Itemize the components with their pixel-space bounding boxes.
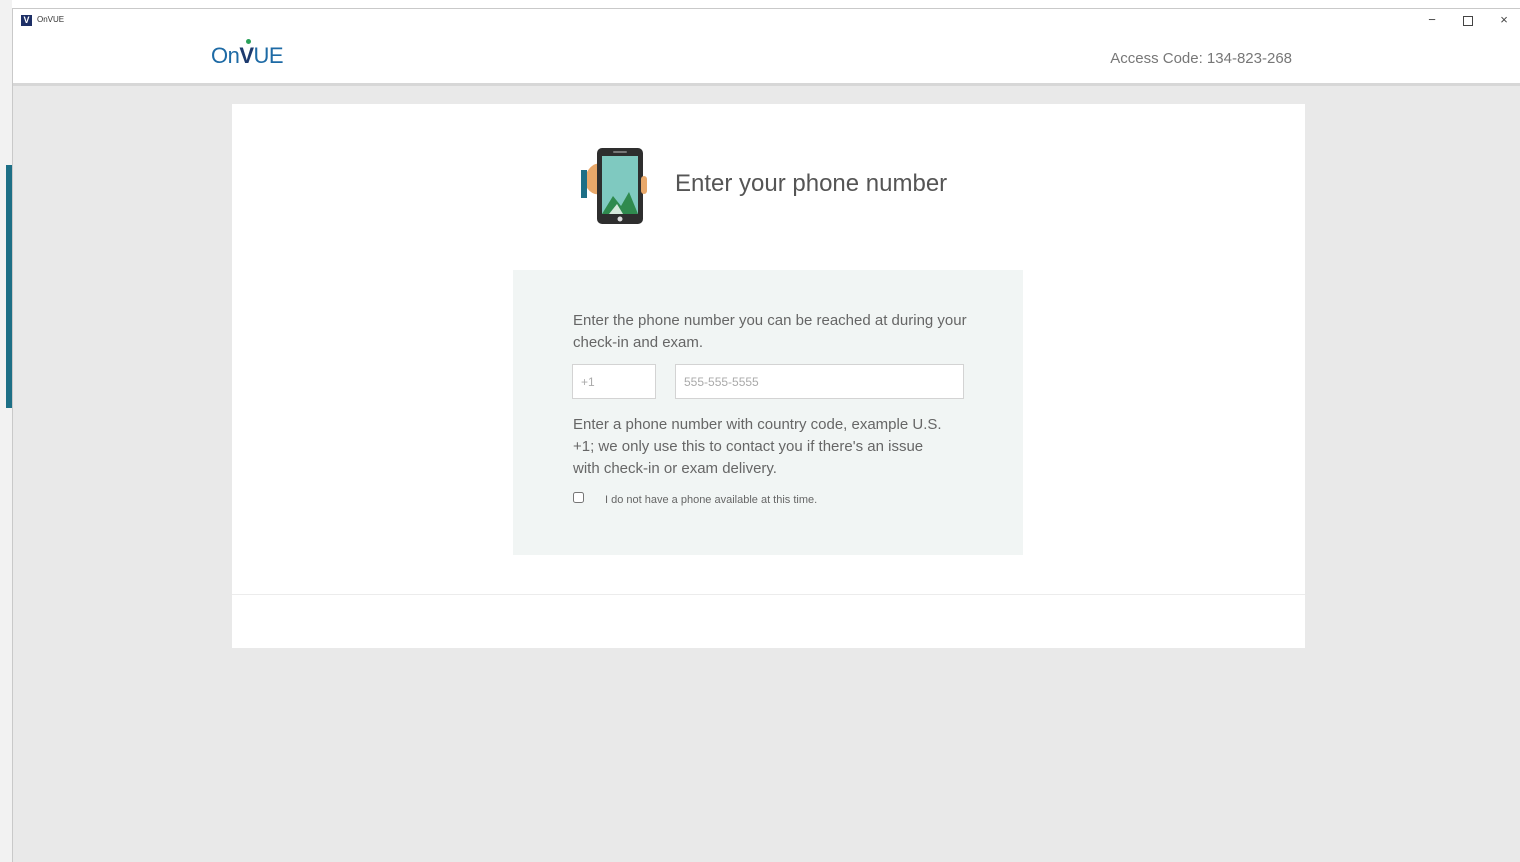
maximize-button[interactable]: [1453, 11, 1483, 29]
title-bar: V OnVUE − ×: [13, 9, 1520, 31]
no-phone-label[interactable]: I do not have a phone available at this …: [605, 494, 817, 506]
main-card: Enter your phone number Enter the phone …: [232, 104, 1305, 648]
logo-suffix: UE: [253, 43, 284, 68]
card-divider: [232, 594, 1305, 595]
no-phone-checkbox[interactable]: [573, 492, 584, 503]
minimize-button[interactable]: −: [1417, 11, 1447, 29]
access-code: Access Code: 134-823-268: [1110, 50, 1292, 67]
logo-v-mark: V: [239, 39, 254, 68]
country-code-input[interactable]: [572, 364, 656, 399]
logo-text: On: [211, 43, 240, 68]
app-window: V OnVUE − × OnV UE Access Code: 134-823-2…: [12, 8, 1520, 862]
app-logo-icon: V: [21, 15, 32, 26]
phone-icon: [581, 148, 647, 224]
app-header: OnV UE Access Code: 134-823-268: [13, 31, 1520, 86]
phone-form-panel: Enter the phone number you can be reache…: [513, 270, 1023, 555]
close-button[interactable]: ×: [1489, 11, 1519, 29]
page-title: Enter your phone number: [675, 170, 948, 197]
desktop-background: [0, 0, 12, 862]
window-title: OnVUE: [37, 15, 65, 24]
phone-number-input[interactable]: [675, 364, 964, 399]
instruction-text: Enter the phone number you can be reache…: [573, 312, 967, 351]
onvue-logo: OnV UE: [211, 39, 284, 73]
help-text: Enter a phone number with country code, …: [573, 416, 942, 477]
maximize-icon: [1463, 15, 1473, 26]
